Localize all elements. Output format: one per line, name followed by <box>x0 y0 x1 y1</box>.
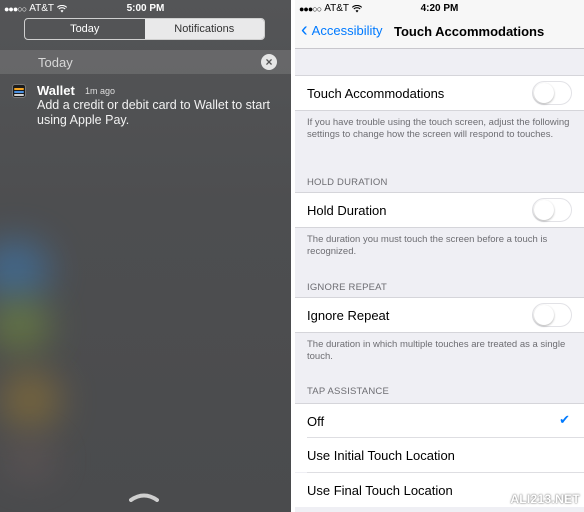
wallpaper-blob <box>0 240 50 300</box>
ignore-repeat-toggle[interactable] <box>532 303 572 327</box>
hold-duration-label: Hold Duration <box>307 203 387 218</box>
status-bar: ●●●○○ AT&T 4:20 PM ✱ <box>295 0 584 16</box>
tab-today[interactable]: Today <box>25 19 145 39</box>
tap-assistance-option-initial[interactable]: Use Initial Touch Location <box>295 438 584 472</box>
ignore-repeat-cell: Ignore Repeat <box>295 297 584 333</box>
page-title: Touch Accommodations <box>394 24 545 39</box>
status-time: 4:20 PM <box>420 3 459 14</box>
checkmark-icon: ✔ <box>559 412 570 427</box>
hold-duration-header: HOLD DURATION <box>307 177 388 188</box>
notification-center: ●●●○○ AT&T 5:00 PM ✱ Today Notifications… <box>0 0 291 512</box>
today-section-header: Today × <box>0 50 291 74</box>
status-bar: ●●●○○ AT&T 5:00 PM ✱ <box>0 0 291 16</box>
ignore-repeat-header: IGNORE REPEAT <box>307 282 388 293</box>
status-time: 5:00 PM <box>126 3 165 14</box>
notification-app-name: Wallet <box>37 83 75 98</box>
hold-duration-toggle[interactable] <box>532 198 572 222</box>
wallpaper-blob <box>5 440 55 480</box>
touch-accommodations-toggle[interactable] <box>532 81 572 105</box>
ignore-repeat-label: Ignore Repeat <box>307 308 390 323</box>
touch-accommodations-footer: If you have trouble using the touch scre… <box>307 117 570 140</box>
option-label: Off <box>307 414 325 429</box>
option-label: Use Initial Touch Location <box>307 448 455 463</box>
tab-notifications[interactable]: Notifications <box>144 19 264 39</box>
wallpaper-blob <box>0 300 50 350</box>
close-icon: × <box>265 55 273 69</box>
hold-duration-footer: The duration you must touch the screen b… <box>307 234 548 257</box>
wallpaper-blob <box>0 370 60 430</box>
notification-message: Add a credit or debit card to Wallet to … <box>37 98 270 127</box>
navigation-bar: ‹ Accessibility Touch Accommodations <box>295 16 584 49</box>
option-label: Use Final Touch Location <box>307 483 453 498</box>
tap-assistance-option-off[interactable]: Off ✔ <box>295 403 584 438</box>
wallet-app-icon <box>12 84 26 98</box>
clear-notifications-button[interactable]: × <box>261 54 277 70</box>
touch-accommodations-label: Touch Accommodations <box>307 86 445 101</box>
hold-duration-cell: Hold Duration <box>295 192 584 228</box>
notification-center-tabs: Today Notifications <box>24 18 265 40</box>
back-button[interactable]: ‹ Accessibility <box>301 19 383 41</box>
touch-accommodations-cell: Touch Accommodations <box>295 75 584 111</box>
settings-screen: ●●●○○ AT&T 4:20 PM ✱ ‹ Accessibility Tou… <box>295 0 584 512</box>
tap-assistance-header: TAP ASSISTANCE <box>307 386 389 397</box>
watermark: ALI213.NET <box>510 492 580 506</box>
notification-time: 1m ago <box>85 86 116 96</box>
ignore-repeat-footer: The duration in which multiple touches a… <box>307 339 566 362</box>
section-label: Today <box>38 55 73 70</box>
grabber-handle-icon[interactable] <box>129 492 159 502</box>
chevron-left-icon: ‹ <box>301 19 308 41</box>
back-label: Accessibility <box>311 22 383 38</box>
